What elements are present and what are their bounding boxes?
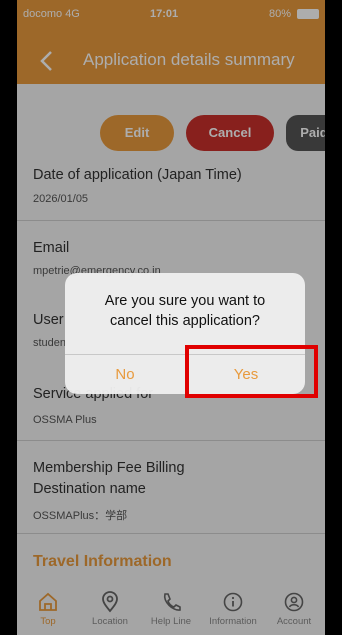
dialog-message-line1: Are you sure you want to — [104, 293, 266, 309]
dialog-message: Are you sure you want to cancel this app… — [75, 291, 295, 331]
yes-button-highlight — [185, 345, 318, 398]
no-button[interactable]: No — [65, 355, 185, 394]
app-screen: docomo 4G 17:01 80% Application details … — [17, 0, 325, 635]
dialog-message-line2: cancel this application? — [110, 313, 260, 329]
